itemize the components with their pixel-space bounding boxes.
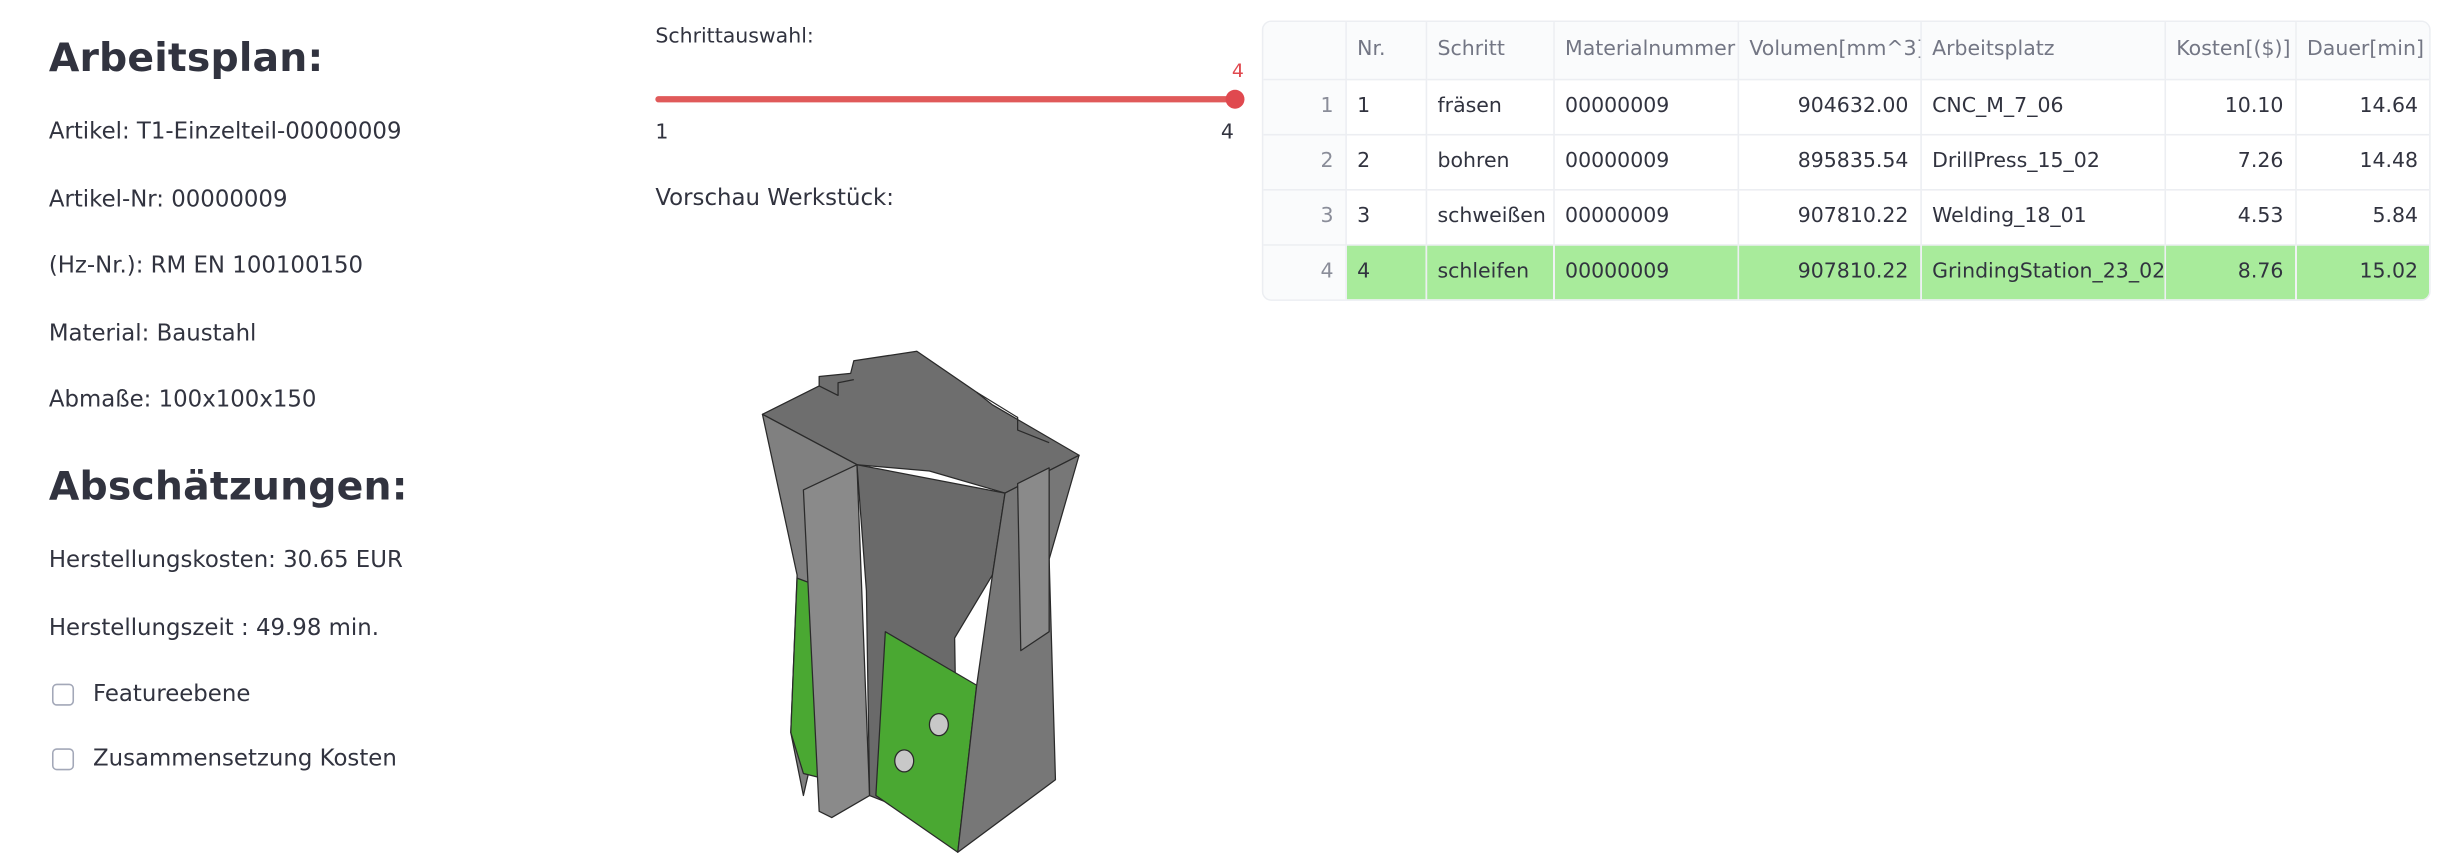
zusammensetzung-kosten-checkbox[interactable]: [51, 748, 75, 771]
table-row[interactable]: 3 3 schweißen 00000009 907810.22 Welding…: [1263, 189, 2430, 245]
cell-materialnummer[interactable]: 00000009: [1553, 133, 1739, 190]
cell-arbeitsplatz[interactable]: DrillPress_15_02: [1920, 133, 2166, 190]
table-header-materialnummer[interactable]: Materialnummer: [1553, 22, 1739, 80]
vorschau-label: Vorschau Werkstück:: [655, 185, 894, 212]
cell-nr[interactable]: 3: [1345, 189, 1427, 245]
zusammensetzung-kosten-label: Zusammensetzung Kosten: [92, 746, 397, 772]
table-header-arbeitsplatz[interactable]: Arbeitsplatz: [1920, 22, 2166, 80]
table-row[interactable]: 2 2 bohren 00000009 895835.54 DrillPress…: [1263, 133, 2430, 190]
cell-arbeitsplatz[interactable]: CNC_M_7_06: [1920, 78, 2166, 135]
hz-nr-text: (Hz-Nr.): RM EN 100100150: [48, 253, 364, 279]
cell-kosten[interactable]: 8.76: [2164, 244, 2296, 300]
table-header-row: Nr. Schritt Materialnummer Volumen[mm^3]…: [1263, 22, 2430, 80]
cell-dauer[interactable]: 14.64: [2295, 78, 2430, 135]
table-header-volumen[interactable]: Volumen[mm^3]: [1737, 22, 1922, 80]
slider-track[interactable]: [655, 96, 1236, 103]
cell-schritt[interactable]: schweißen: [1425, 189, 1555, 245]
cell-nr[interactable]: 4: [1345, 244, 1427, 300]
cell-schritt[interactable]: bohren: [1425, 133, 1555, 190]
row-index: 4: [1263, 244, 1347, 300]
workpiece-3d-preview: [761, 350, 1080, 853]
cell-nr[interactable]: 1: [1345, 78, 1427, 135]
arbeitsplan-table[interactable]: Nr. Schritt Materialnummer Volumen[mm^3]…: [1261, 20, 2431, 301]
cell-volumen[interactable]: 907810.22: [1737, 244, 1922, 300]
cell-dauer[interactable]: 5.84: [2295, 189, 2430, 245]
zusammensetzung-kosten-checkbox-row[interactable]: Zusammensetzung Kosten: [51, 746, 397, 772]
cell-materialnummer[interactable]: 00000009: [1553, 189, 1739, 245]
cell-volumen[interactable]: 904632.00: [1737, 78, 1922, 135]
slider-max-label: 4: [1220, 121, 1234, 145]
cell-materialnummer[interactable]: 00000009: [1553, 244, 1739, 300]
cell-arbeitsplatz[interactable]: GrindingStation_23_02: [1920, 244, 2166, 300]
heading-abschaetzungen: Abschätzungen:: [48, 463, 408, 509]
table-row-highlighted[interactable]: 4 4 schleifen 00000009 907810.22 Grindin…: [1263, 244, 2430, 300]
cell-kosten[interactable]: 10.10: [2164, 78, 2296, 135]
table-header-schritt[interactable]: Schritt: [1425, 22, 1555, 80]
cell-dauer[interactable]: 15.02: [2295, 244, 2430, 300]
cell-arbeitsplatz[interactable]: Welding_18_01: [1920, 189, 2166, 245]
cell-kosten[interactable]: 7.26: [2164, 133, 2296, 190]
slider-min-label: 1: [655, 121, 669, 145]
row-index: 1: [1263, 78, 1347, 135]
herstellungszeit-text: Herstellungszeit : 49.98 min.: [48, 615, 379, 642]
slider-current-value: 4: [1231, 59, 1244, 82]
cell-nr[interactable]: 2: [1345, 133, 1427, 190]
artikel-nr-text: Artikel-Nr: 00000009: [48, 187, 288, 213]
herstellungskosten-text: Herstellungskosten: 30.65 EUR: [48, 548, 403, 574]
table-header-dauer[interactable]: Dauer[min]: [2295, 22, 2430, 80]
cell-volumen[interactable]: 895835.54: [1737, 133, 1922, 190]
cell-kosten[interactable]: 4.53: [2164, 189, 2296, 245]
cell-materialnummer[interactable]: 00000009: [1553, 78, 1739, 135]
featureebene-label: Featureebene: [92, 682, 251, 708]
table-header-nr[interactable]: Nr.: [1345, 22, 1427, 80]
featureebene-checkbox-row[interactable]: Featureebene: [51, 682, 251, 708]
slider-thumb[interactable]: [1225, 89, 1245, 109]
abmasse-text: Abmaße: 100x100x150: [48, 387, 317, 413]
schrittauswahl-label: Schrittauswahl:: [655, 25, 814, 49]
table-header-kosten[interactable]: Kosten[($)]: [2164, 22, 2296, 80]
cell-volumen[interactable]: 907810.22: [1737, 189, 1922, 245]
artikel-text: Artikel: T1-Einzelteil-00000009: [48, 119, 402, 145]
cell-schritt[interactable]: schleifen: [1425, 244, 1555, 300]
featureebene-checkbox[interactable]: [51, 683, 75, 706]
table-row[interactable]: 1 1 fräsen 00000009 904632.00 CNC_M_7_06…: [1263, 78, 2430, 135]
cell-dauer[interactable]: 14.48: [2295, 133, 2430, 190]
cell-schritt[interactable]: fräsen: [1425, 78, 1555, 135]
material-text: Material: Baustahl: [48, 321, 257, 347]
row-index: 2: [1263, 133, 1347, 190]
row-index: 3: [1263, 189, 1347, 245]
table-header-index: [1263, 22, 1347, 80]
heading-arbeitsplan: Arbeitsplan:: [48, 34, 324, 81]
